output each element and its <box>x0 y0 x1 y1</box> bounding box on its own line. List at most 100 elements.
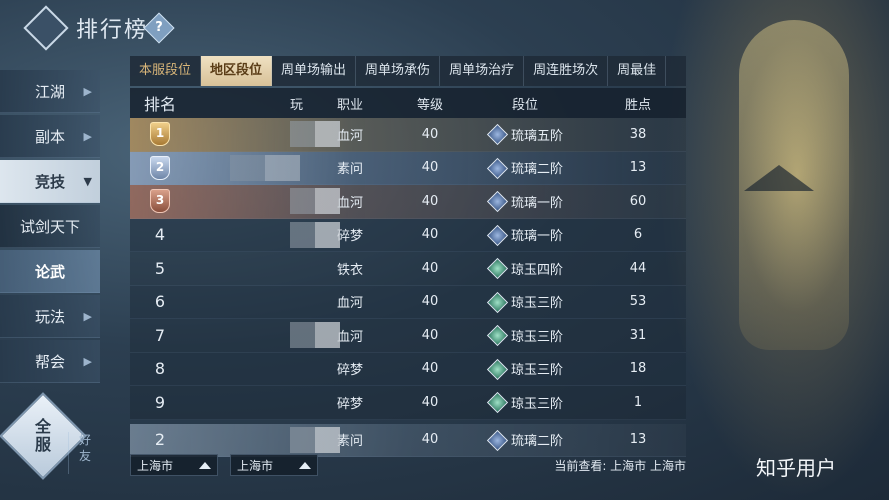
tab-weekly-damage[interactable]: 周单场输出 <box>272 56 357 86</box>
class-cell: 素问 <box>336 162 363 178</box>
player-name-mosaic <box>190 386 300 419</box>
province-value: 上海市 <box>137 459 174 473</box>
sidebar-item-label: 玩法 <box>34 307 65 326</box>
sidebar-item-label: 帮会 <box>34 352 65 371</box>
points-cell: 13 <box>629 432 647 448</box>
rank-cell: 6 <box>154 292 166 312</box>
sidebar-subitem-lunwu[interactable]: 论武 <box>0 250 100 293</box>
player-name-mosaic <box>190 219 340 252</box>
level-cell: 40 <box>421 260 439 276</box>
rank-cell: 4 <box>154 225 166 245</box>
class-cell: 碎梦 <box>336 363 363 379</box>
watermark: 知乎用户 <box>756 456 836 480</box>
points-cell: 38 <box>629 126 647 142</box>
segment-cell: 琼玉三阶 <box>460 393 590 412</box>
friends-button[interactable]: 好 友 <box>68 432 101 474</box>
sidebar-item-gameplay[interactable]: 玩法 ▶ <box>0 295 100 338</box>
table-row[interactable]: 1 血河 40 琉璃五阶 38 <box>130 118 686 152</box>
points-cell: 44 <box>629 260 647 276</box>
tab-weekly-best[interactable]: 周最佳 <box>608 56 667 86</box>
chevron-right-icon: ▶ <box>83 84 92 98</box>
glaze-rank-icon <box>487 226 507 244</box>
player-name-mosaic <box>190 185 340 218</box>
glaze-rank-icon <box>487 125 507 143</box>
segment-cell: 琼玉四阶 <box>460 259 590 278</box>
player-name-mosaic <box>190 424 340 457</box>
table-row[interactable]: 8 碎梦 40 琼玉三阶 18 <box>130 352 686 386</box>
rank-cell: 9 <box>154 392 166 412</box>
current-view-text: 当前查看: 上海市 上海市 <box>554 459 686 473</box>
page-title: 排行榜 <box>76 18 149 43</box>
table-row[interactable]: 5 铁衣 40 琼玉四阶 44 <box>130 252 686 286</box>
sidebar-item-guild[interactable]: 帮会 ▶ <box>0 340 100 383</box>
sidebar-item-label: 竞技 <box>34 172 65 191</box>
tab-region-rank[interactable]: 地区段位 <box>201 56 273 86</box>
level-cell: 40 <box>421 327 439 343</box>
table-row[interactable]: 7 血河 40 琼玉三阶 31 <box>130 319 686 353</box>
level-cell: 40 <box>421 361 439 377</box>
jade-rank-icon <box>487 259 507 277</box>
table-row[interactable]: 9 碎梦 40 琼玉三阶 1 <box>130 386 686 420</box>
table-header: 排名 玩 职业 等级 段位 胜点 <box>130 88 686 118</box>
points-cell: 18 <box>629 361 647 377</box>
player-name-mosaic <box>190 353 300 386</box>
triangle-up-icon <box>299 462 311 469</box>
sidebar-item-arena[interactable]: 竞技 ▼ <box>0 160 100 203</box>
header-rank: 排名 <box>143 95 176 114</box>
jade-rank-icon <box>487 326 507 344</box>
sidebar-item-jianghu[interactable]: 江湖 ▶ <box>0 70 100 113</box>
ranking-table: 排名 玩 职业 等级 段位 胜点 1 血河 40 琉璃五阶 38 2 素问 40… <box>130 88 686 457</box>
level-cell: 40 <box>421 432 439 448</box>
segment-cell: 琼玉三阶 <box>460 359 590 378</box>
table-row[interactable]: 2 素问 40 琉璃二阶 13 <box>130 151 686 185</box>
table-row[interactable]: 4 碎梦 40 琉璃一阶 6 <box>130 218 686 252</box>
player-name-mosaic <box>190 252 300 285</box>
tab-weekly-streak[interactable]: 周连胜场次 <box>524 56 609 86</box>
segment-cell: 琉璃二阶 <box>460 158 590 177</box>
table-row[interactable]: 3 血河 40 琉璃一阶 60 <box>130 185 686 219</box>
segment-cell: 琉璃一阶 <box>460 192 590 211</box>
level-cell: 40 <box>421 193 439 209</box>
jade-rank-icon <box>487 393 507 411</box>
rank-badge-gold: 1 <box>130 122 190 147</box>
sidebar-subitem-trial[interactable]: 试剑天下 <box>0 205 100 248</box>
rank-cell: 2 <box>154 430 166 450</box>
help-glyph: ? <box>155 20 163 35</box>
rank-badge-silver: 2 <box>130 155 190 180</box>
province-select[interactable]: 上海市 <box>130 454 218 476</box>
points-cell: 31 <box>629 327 647 343</box>
table-row[interactable]: 6 血河 40 琼玉三阶 53 <box>130 285 686 319</box>
back-diamond-icon[interactable] <box>23 5 69 51</box>
jade-rank-icon <box>487 360 507 378</box>
tab-server-rank[interactable]: 本服段位 <box>130 56 202 86</box>
rank-cell: 7 <box>154 325 166 345</box>
tab-weekly-heal[interactable]: 周单场治疗 <box>440 56 525 86</box>
friends-label: 好 友 <box>78 433 91 463</box>
class-cell: 铁衣 <box>336 262 363 278</box>
header-class: 职业 <box>336 97 363 113</box>
sidebar-item-label: 论武 <box>34 262 65 281</box>
segment-cell: 琉璃二阶 <box>460 430 590 449</box>
level-cell: 40 <box>421 126 439 142</box>
city-select[interactable]: 上海市 <box>230 454 318 476</box>
rank-cell: 8 <box>154 359 166 379</box>
segment-cell: 琉璃五阶 <box>460 125 590 144</box>
sidebar-item-label: 试剑天下 <box>19 217 80 236</box>
player-name-mosaic <box>190 118 340 151</box>
level-cell: 40 <box>421 294 439 310</box>
sidebar-item-label: 江湖 <box>34 82 65 101</box>
tab-weekly-tank[interactable]: 周单场承伤 <box>356 56 441 86</box>
level-cell: 40 <box>421 227 439 243</box>
sidebar-item-dungeon[interactable]: 副本 ▶ <box>0 115 100 158</box>
chevron-right-icon: ▶ <box>83 354 92 368</box>
help-icon[interactable]: ? <box>143 12 175 44</box>
segment-cell: 琼玉三阶 <box>460 326 590 345</box>
points-cell: 6 <box>633 227 643 243</box>
points-cell: 53 <box>629 294 647 310</box>
self-rank-row[interactable]: 2 素问 40 琉璃二阶 13 <box>130 423 686 457</box>
level-cell: 40 <box>421 394 439 410</box>
triangle-up-icon <box>199 462 211 469</box>
player-name-mosaic <box>190 152 300 185</box>
player-name-mosaic <box>190 319 340 352</box>
rank-badge-bronze: 3 <box>130 189 190 214</box>
